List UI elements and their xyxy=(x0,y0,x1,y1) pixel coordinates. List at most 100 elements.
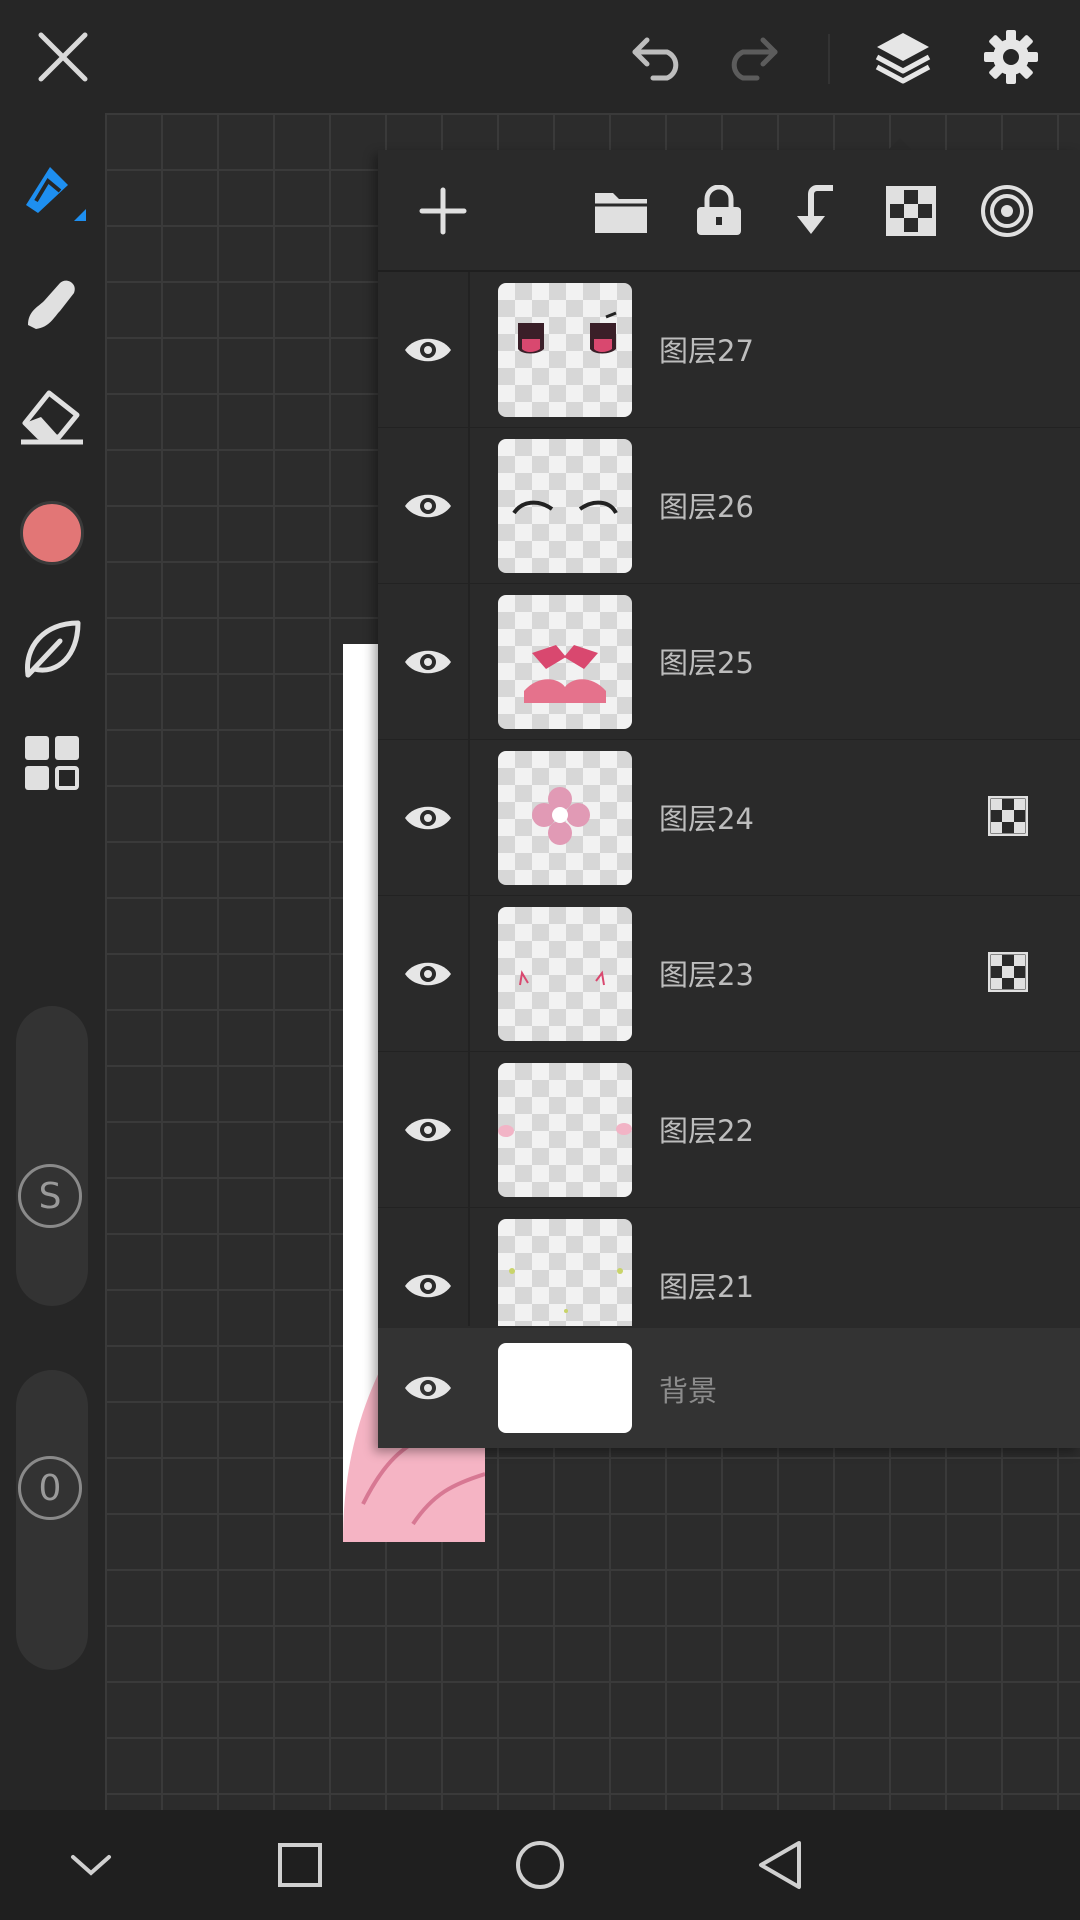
toolbar-divider xyxy=(828,34,830,84)
eye-icon xyxy=(405,1376,451,1400)
merge-down-button[interactable] xyxy=(786,182,844,240)
smudge-icon xyxy=(28,280,75,329)
eraser-tool[interactable] xyxy=(12,375,92,455)
layer-row[interactable]: 图层22 xyxy=(378,1052,1080,1209)
eye-icon xyxy=(405,494,451,518)
brush-size-slider[interactable]: S xyxy=(16,1006,88,1306)
folder-icon xyxy=(595,193,647,233)
layers-panel: 图层27 图层26 图层25 图层24 图层23 图层22 图层21 背景 xyxy=(378,150,1080,1448)
close-icon xyxy=(38,32,88,82)
settings-button[interactable] xyxy=(976,22,1046,92)
back-icon xyxy=(759,1841,801,1889)
row-divider xyxy=(468,584,470,739)
layer-row[interactable]: 图层24 xyxy=(378,740,1080,897)
visibility-toggle[interactable] xyxy=(398,320,458,380)
layer-thumbnail xyxy=(498,907,632,1041)
pen-tool[interactable] xyxy=(12,153,92,233)
eye-icon xyxy=(405,1118,451,1142)
brush-opacity-slider[interactable]: 0 xyxy=(16,1370,88,1670)
add-layer-button[interactable] xyxy=(414,182,472,240)
row-divider xyxy=(468,1052,470,1207)
lock-layer-button[interactable] xyxy=(690,182,748,240)
layer-thumbnail xyxy=(498,595,632,729)
clipping-mask-button[interactable] xyxy=(978,182,1036,240)
collapse-button[interactable] xyxy=(58,1832,124,1898)
size-indicator: S xyxy=(18,1164,82,1228)
visibility-toggle[interactable] xyxy=(398,788,458,848)
back-button[interactable] xyxy=(747,1832,813,1898)
transparency-icon xyxy=(886,186,936,236)
close-button[interactable] xyxy=(28,22,98,92)
visibility-toggle[interactable] xyxy=(398,1256,458,1316)
row-divider xyxy=(468,1208,470,1326)
layer-thumbnail xyxy=(498,283,632,417)
top-bar xyxy=(0,0,1080,113)
row-divider xyxy=(468,428,470,583)
layers-panel-header xyxy=(378,150,1080,272)
settings-icon xyxy=(984,30,1038,84)
eye-icon xyxy=(405,962,451,986)
layer-list[interactable]: 图层27 图层26 图层25 图层24 图层23 图层22 图层21 xyxy=(378,272,1080,1326)
row-divider xyxy=(468,272,470,427)
grid-icon xyxy=(25,736,79,790)
add-icon xyxy=(419,187,467,235)
home-button[interactable] xyxy=(507,1832,573,1898)
layer-thumbnail xyxy=(498,1063,632,1197)
merge-down-icon xyxy=(797,185,833,234)
layer-thumbnail xyxy=(498,751,632,885)
layers-button[interactable] xyxy=(868,22,938,92)
background-layer-row[interactable]: 背景 xyxy=(378,1328,1080,1448)
eye-icon xyxy=(405,1274,451,1298)
layer-name: 图层24 xyxy=(659,802,754,836)
layer-thumbnail xyxy=(498,439,632,573)
transparency-lock-badge xyxy=(988,952,1028,992)
smudge-tool[interactable] xyxy=(12,263,92,343)
layer-name: 图层26 xyxy=(659,490,754,524)
undo-button[interactable] xyxy=(622,22,692,92)
layer-row[interactable]: 图层23 xyxy=(378,896,1080,1053)
layer-thumbnail xyxy=(498,1219,632,1326)
visibility-toggle[interactable] xyxy=(398,476,458,536)
brush-tool[interactable] xyxy=(12,609,92,689)
pen-icon xyxy=(26,167,86,221)
layer-row[interactable]: 图层27 xyxy=(378,272,1080,429)
redo-icon xyxy=(731,37,778,81)
layer-row[interactable]: 图层21 xyxy=(378,1208,1080,1326)
target-icon xyxy=(981,185,1033,237)
visibility-toggle[interactable] xyxy=(398,1358,458,1418)
recents-icon xyxy=(278,1843,322,1887)
visibility-toggle[interactable] xyxy=(398,632,458,692)
layer-name: 图层23 xyxy=(659,958,754,992)
row-divider xyxy=(468,896,470,1051)
visibility-toggle[interactable] xyxy=(398,944,458,1004)
layer-row[interactable]: 图层26 xyxy=(378,428,1080,585)
visibility-toggle[interactable] xyxy=(398,1100,458,1160)
transparency-lock-button[interactable] xyxy=(882,182,940,240)
undo-icon xyxy=(632,37,679,81)
layer-row[interactable]: 图层25 xyxy=(378,584,1080,741)
eye-icon xyxy=(405,338,451,362)
collapse-icon xyxy=(71,1855,111,1876)
layer-name: 图层25 xyxy=(659,646,754,680)
lock-icon xyxy=(697,185,741,235)
layer-name: 图层21 xyxy=(659,1270,754,1304)
left-toolbar: S 0 xyxy=(0,113,105,1810)
layers-icon xyxy=(875,33,931,84)
grid-tool[interactable] xyxy=(12,723,92,803)
opacity-indicator: 0 xyxy=(18,1456,82,1520)
eraser-icon xyxy=(21,390,83,445)
background-thumbnail xyxy=(498,1343,632,1433)
home-icon xyxy=(516,1841,564,1889)
color-swatch[interactable] xyxy=(12,493,92,573)
layer-name: 图层22 xyxy=(659,1114,754,1148)
leaf-brush-icon xyxy=(25,620,81,678)
system-navbar xyxy=(0,1810,1080,1920)
transparency-lock-badge xyxy=(988,796,1028,836)
recents-button[interactable] xyxy=(267,1832,333,1898)
row-divider xyxy=(468,740,470,895)
eye-icon xyxy=(405,806,451,830)
eye-icon xyxy=(405,650,451,674)
new-folder-button[interactable] xyxy=(592,182,650,240)
background-layer-name: 背景 xyxy=(659,1374,718,1408)
redo-button[interactable] xyxy=(718,22,788,92)
